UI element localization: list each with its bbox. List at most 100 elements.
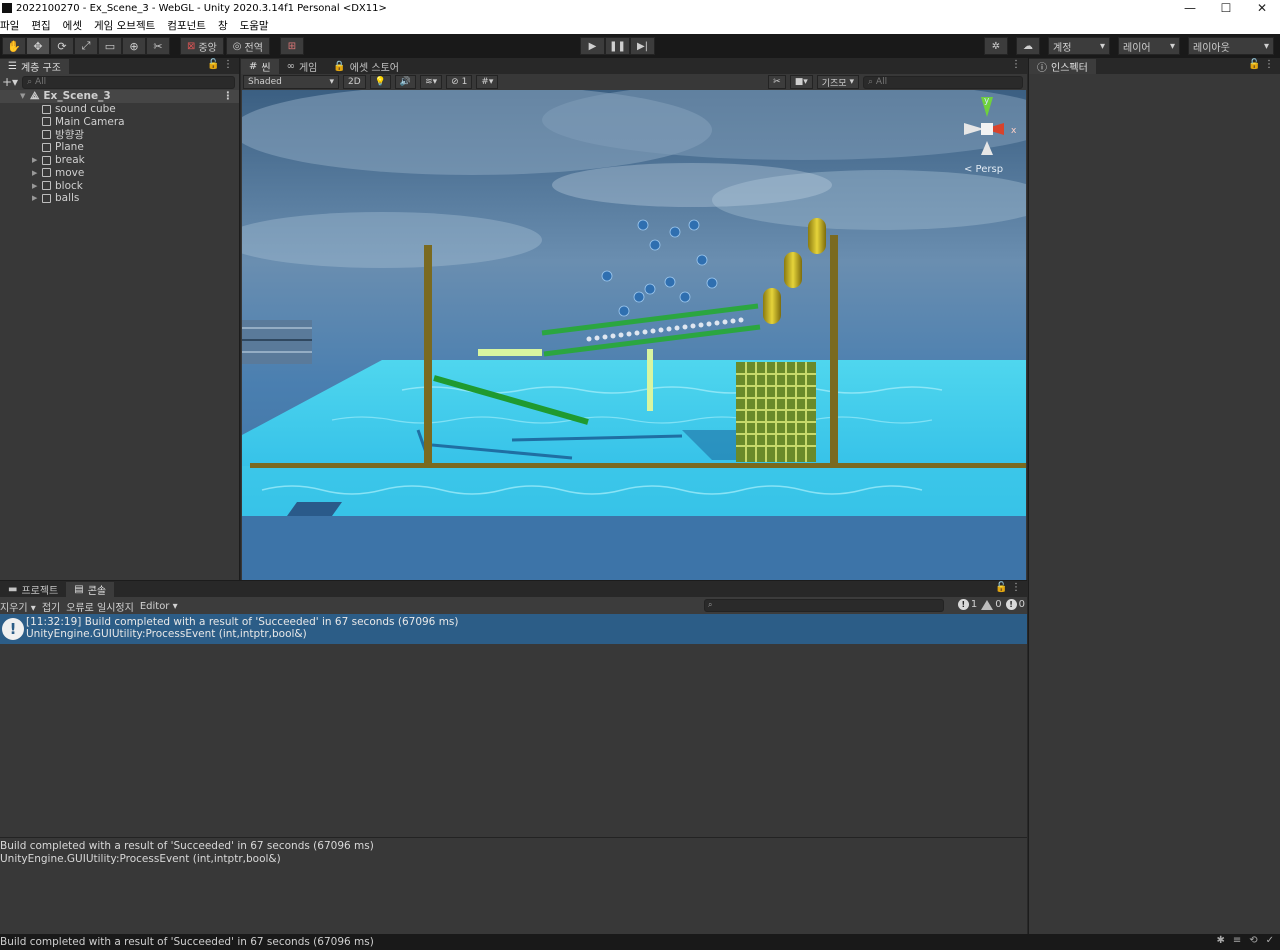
tree-item[interactable]: ▶ break [20,154,239,167]
camera-icon[interactable]: ■▾ [789,75,813,89]
pause-button[interactable]: ❚❚ [605,37,630,55]
transform-tool-icon[interactable]: ⊕ [122,37,146,55]
scale-tool-icon[interactable]: ⤢ [74,37,98,55]
chevron-down-icon: ▾ [172,600,178,612]
tab-hierarchy[interactable]: ☰ 계층 구조 [0,59,69,74]
editor-dropdown[interactable]: Editor ▾ [140,601,178,612]
expand-arrow-icon[interactable]: ▶ [32,182,42,190]
hidden-objects-toggle[interactable]: ⊘ 1 [446,75,473,89]
tree-item[interactable]: sound cube [20,103,239,116]
pivot-toggle[interactable]: ⊠ 중앙 [180,37,224,55]
cube-icon [42,181,51,191]
scene-search-input[interactable]: ⌕ All [863,75,1023,89]
expand-arrow-icon[interactable]: ▼ [20,92,30,100]
menu-assets[interactable]: 에셋 [63,18,88,33]
search-placeholder: All [34,77,47,87]
toggle-2d-button[interactable]: 2D [343,75,366,89]
gizmo-center-cube[interactable] [981,123,993,135]
snap-grid-icon[interactable]: ⊞ [279,37,304,55]
maximize-button[interactable]: ☐ [1208,1,1244,15]
info-count-toggle[interactable]: ! 1 [957,599,977,610]
inspector-panel: ⓘ 인스펙터 🔓 ⋮ [1028,58,1280,934]
menu-gameobject[interactable]: 게임 오브젝트 [94,18,161,33]
tree-item[interactable]: ▶ balls [20,192,239,205]
tab-console[interactable]: ▤ 콘솔 [66,582,115,597]
gold-capsule [808,218,826,254]
expand-arrow-icon[interactable]: ▶ [32,169,42,177]
panel-menu-icon[interactable]: ⋮ [1011,59,1021,70]
tab-project[interactable]: ▬ 프로젝트 [0,582,66,597]
right-post [830,235,838,465]
layers-dropdown[interactable]: 레이어 ▾ [1118,37,1180,55]
close-button[interactable]: ✕ [1244,1,1280,15]
stack-icon[interactable]: ≡ [1233,935,1241,946]
grid-toggle-icon[interactable]: #▾ [476,75,499,89]
effects-toggle-icon[interactable]: ≋▾ [420,75,443,89]
error-count: 0 [1018,599,1025,610]
pivot-label: 중앙 [198,42,217,54]
collapse-button[interactable]: 접기 [42,599,60,614]
tree-item[interactable]: ▶ block [20,179,239,192]
scene-name: Ex_Scene_3 [43,90,111,103]
tree-item[interactable]: 방향광 [20,128,239,141]
menu-edit[interactable]: 편집 [31,18,56,33]
hand-tool-icon[interactable]: ✋ [2,37,26,55]
tab-inspector[interactable]: ⓘ 인스펙터 [1029,59,1096,74]
tree-item[interactable]: ▶ move [20,167,239,180]
tree-item-label: Plane [55,141,84,154]
gizmos-dropdown[interactable]: 기즈모 ▾ [816,75,859,89]
audio-toggle-icon[interactable]: 🔊 [394,75,417,89]
check-icon[interactable]: ✓ [1266,935,1274,946]
persp-label[interactable]: < Persp [964,164,1003,175]
tools-icon[interactable]: ✂ [768,75,786,89]
error-count-toggle[interactable]: ! 0 [1005,599,1025,610]
hierarchy-search-input[interactable]: ⌕ All [22,75,235,89]
menu-component[interactable]: 컴포넌트 [167,18,212,33]
scene-root[interactable]: ▼ ⟁ Ex_Scene_3 ⋮ [0,90,239,103]
menu-window[interactable]: 창 [218,18,234,33]
clear-button[interactable]: 지우기 ▾ [0,599,36,614]
scene-viewport[interactable]: y x < Persp [242,90,1026,580]
log-entry-selected[interactable]: ! [11:32:19] Build completed with a resu… [0,614,1027,644]
play-button[interactable]: ▶ [580,37,605,55]
error-pause-button[interactable]: 오류로 일시정지 [66,599,134,614]
tab-game[interactable]: ∞ 게임 [279,59,326,74]
status-message[interactable]: Build completed with a result of 'Succee… [0,936,374,948]
tree-item[interactable]: Main Camera [20,116,239,129]
panel-menu-icon[interactable]: 🔓 ⋮ [995,582,1021,593]
lighting-toggle-icon[interactable]: 💡 [369,75,391,89]
scene-menu-icon[interactable]: ⋮ [223,90,234,102]
warning-count-toggle[interactable]: 0 [981,599,1002,610]
log-detail[interactable]: Build completed with a result of 'Succee… [0,837,1027,935]
expand-arrow-icon[interactable]: ▶ [32,194,42,202]
minimize-button[interactable]: — [1172,1,1208,15]
shading-mode-label: Shaded [248,77,282,87]
layout-dropdown[interactable]: 레이아웃 ▾ [1188,37,1274,55]
space-toggle[interactable]: ◎ 전역 [225,37,270,55]
panel-menu-icon[interactable]: 🔓 ⋮ [207,59,233,70]
inspector-tabbar: ⓘ 인스펙터 🔓 ⋮ [1029,58,1280,74]
rotate-tool-icon[interactable]: ⟳ [50,37,74,55]
panel-menu-icon[interactable]: 🔓 ⋮ [1248,59,1274,70]
custom-tool-icon[interactable]: ✂ [146,37,170,55]
tree-item[interactable]: Plane [20,141,239,154]
add-button[interactable]: +▾ [2,75,18,89]
collab-icon[interactable]: ✲ [984,37,1008,55]
chevron-down-icon[interactable]: ▾ [31,603,36,614]
step-button[interactable]: ▶| [630,37,655,55]
menu-help[interactable]: 도움말 [240,18,275,33]
bug-icon[interactable]: ✱ [1216,935,1224,946]
expand-arrow-icon[interactable]: ▶ [32,156,42,164]
log-detail-line1: Build completed with a result of 'Succee… [0,840,374,852]
rect-tool-icon[interactable]: ▭ [98,37,122,55]
progress-icon[interactable]: ⟲ [1249,935,1257,946]
tab-scene[interactable]: # 씬 [241,59,279,74]
menu-file[interactable]: 파일 [0,18,25,33]
console-search-input[interactable]: ⌕ [704,599,944,612]
cloud-icon[interactable]: ☁ [1016,37,1040,55]
tab-asset-store[interactable]: 🔒 에셋 스토어 [325,59,407,74]
account-dropdown[interactable]: 계정 ▾ [1048,37,1110,55]
move-tool-icon[interactable]: ✥ [26,37,50,55]
hierarchy-search-row: +▾ ⌕ All [0,74,239,90]
shading-mode-dropdown[interactable]: Shaded ▾ [243,75,339,89]
